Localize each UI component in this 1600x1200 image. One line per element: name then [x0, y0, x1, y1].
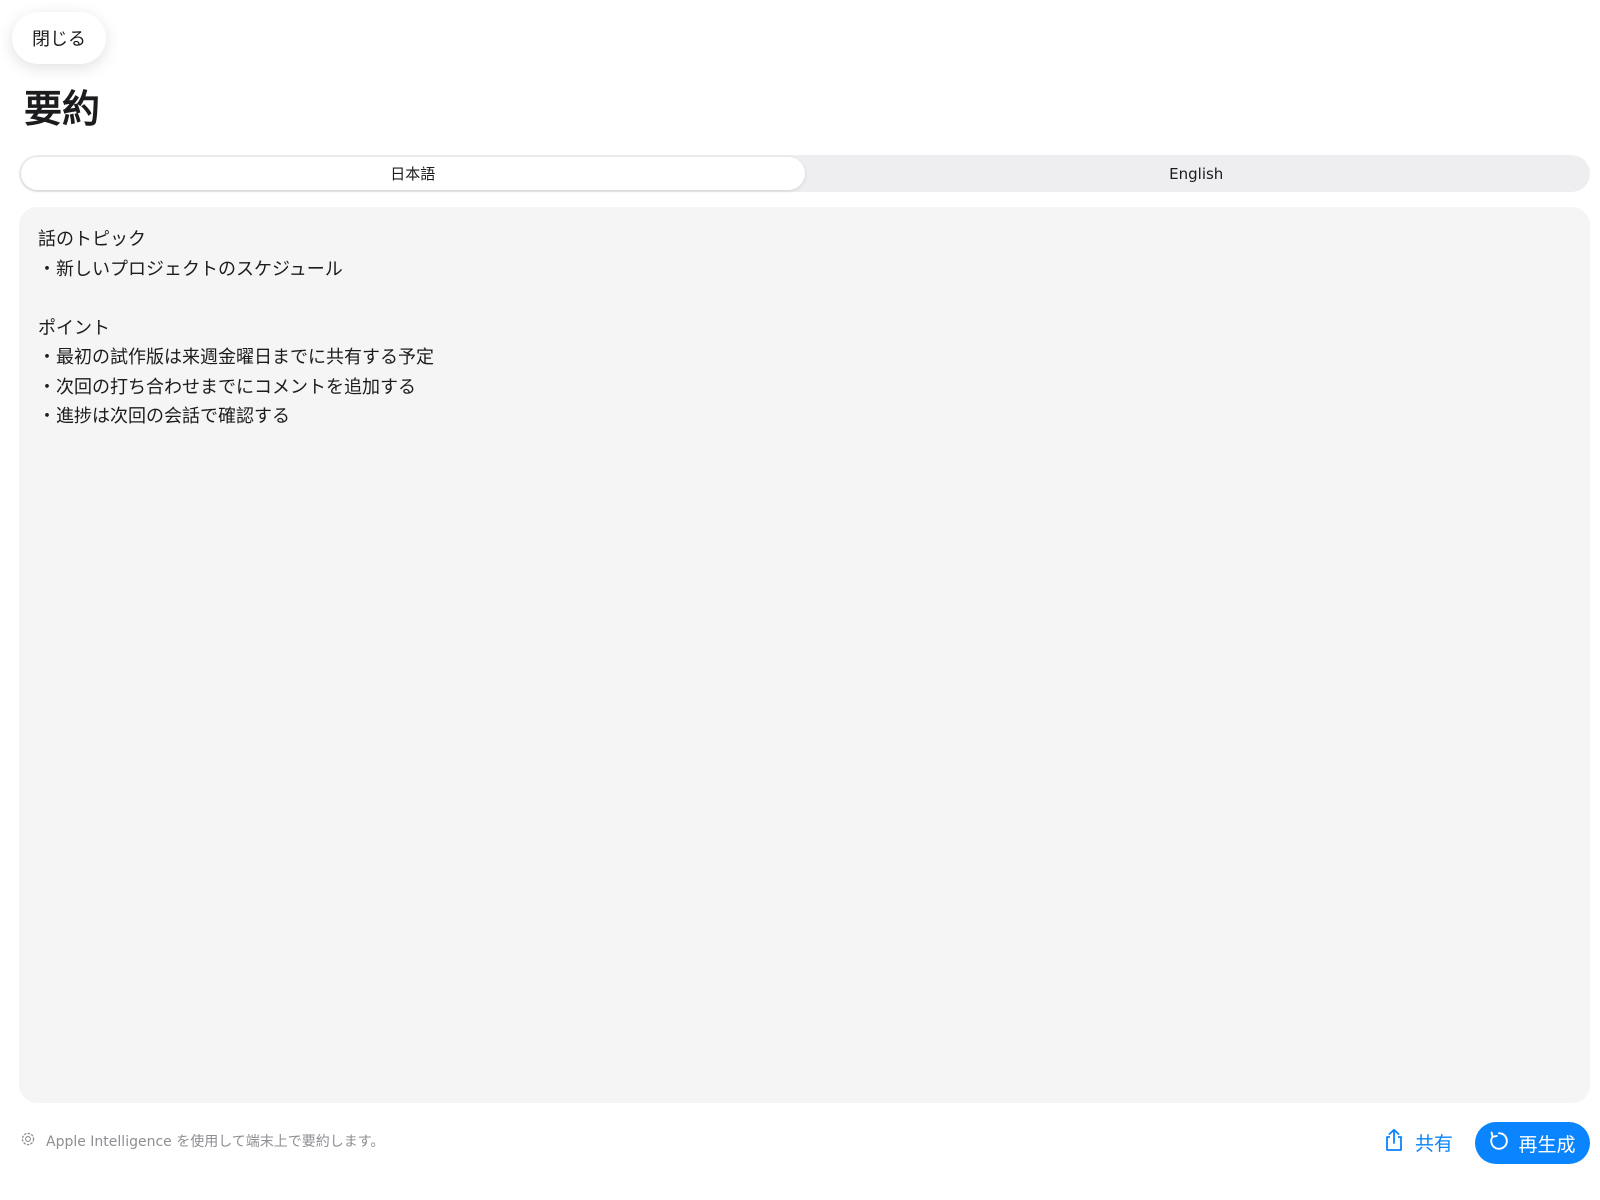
share-label: 共有	[1415, 1132, 1454, 1155]
regenerate-button[interactable]: 再生成	[1475, 1122, 1590, 1164]
summary-bullet: ・最初の試作版は来週金曜日までに共有する予定	[38, 347, 434, 368]
summary-heading-points: ポイント	[38, 317, 110, 339]
language-segmented-control: 日本語 English	[19, 155, 1590, 192]
summary-bullet: ・次回の打ち合わせまでにコメントを追加する	[38, 376, 416, 398]
summary-heading-topic: 話のトピック	[38, 229, 146, 250]
share-icon	[1383, 1128, 1405, 1157]
footer-note: Apple Intelligence を使用して端末上で要約します。	[20, 1131, 384, 1151]
regenerate-label: 再生成	[1518, 1133, 1576, 1156]
footer-note-text: Apple Intelligence を使用して端末上で要約します。	[46, 1134, 385, 1150]
close-button[interactable]: 閉じる	[12, 12, 106, 64]
summary-bullet: ・進捗は次回の会話で確認する	[38, 406, 290, 427]
share-button[interactable]: 共有	[1375, 1122, 1461, 1162]
page-title: 要約	[24, 87, 101, 131]
summary-text-area[interactable]: 話のトピック ・新しいプロジェクトのスケジュール ポイント ・最初の試作版は来週…	[19, 207, 1590, 1103]
refresh-icon	[1489, 1131, 1509, 1156]
tab-japanese[interactable]: 日本語	[21, 157, 805, 190]
apple-intelligence-icon	[20, 1131, 36, 1151]
summary-bullet: ・新しいプロジェクトのスケジュール	[38, 258, 343, 280]
summary-blank-line	[38, 284, 1571, 314]
tab-english[interactable]: English	[805, 157, 1589, 190]
